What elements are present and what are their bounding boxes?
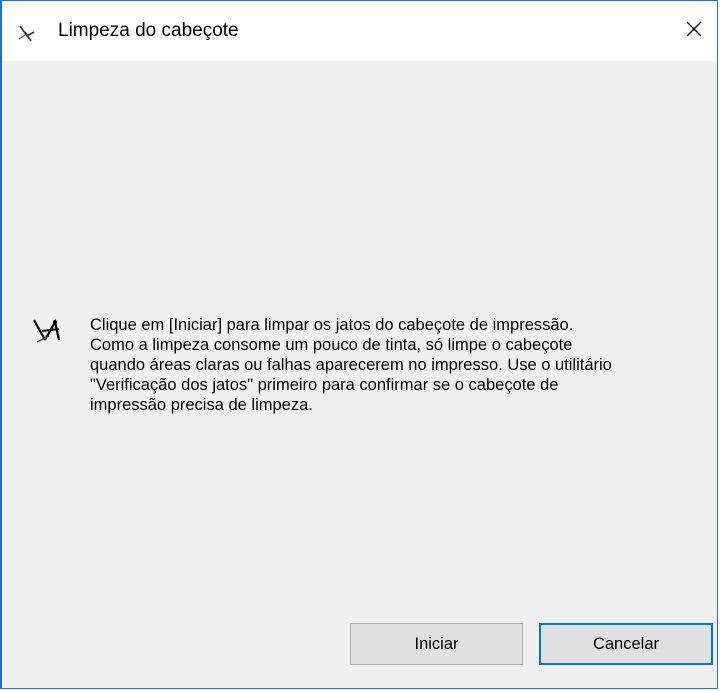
dialog-window: Limpeza do cabeçote Clique em [Iniciar] … xyxy=(0,0,718,689)
close-button[interactable] xyxy=(671,1,717,61)
message-line: "Verificação dos jatos" primeiro para co… xyxy=(90,376,559,394)
start-button[interactable]: Iniciar xyxy=(350,623,523,665)
message-text: Clique em [Iniciar] para limpar os jatos… xyxy=(90,315,700,415)
dialog-body: Clique em [Iniciar] para limpar os jatos… xyxy=(2,61,717,688)
nozzle-tool-icon xyxy=(16,23,38,45)
message-line: Clique em [Iniciar] para limpar os jatos… xyxy=(90,316,574,334)
message-line: impressão precisa de limpeza. xyxy=(90,396,313,414)
cancel-button[interactable]: Cancelar xyxy=(539,623,713,665)
nozzle-tool-icon xyxy=(29,314,65,350)
window-title: Limpeza do cabeçote xyxy=(58,20,239,41)
close-icon xyxy=(686,21,702,42)
message-line: Como a limpeza consome um pouco de tinta… xyxy=(90,336,573,354)
message-line: quando áreas claras ou falhas aparecerem… xyxy=(90,356,612,374)
title-bar: Limpeza do cabeçote xyxy=(2,1,717,61)
